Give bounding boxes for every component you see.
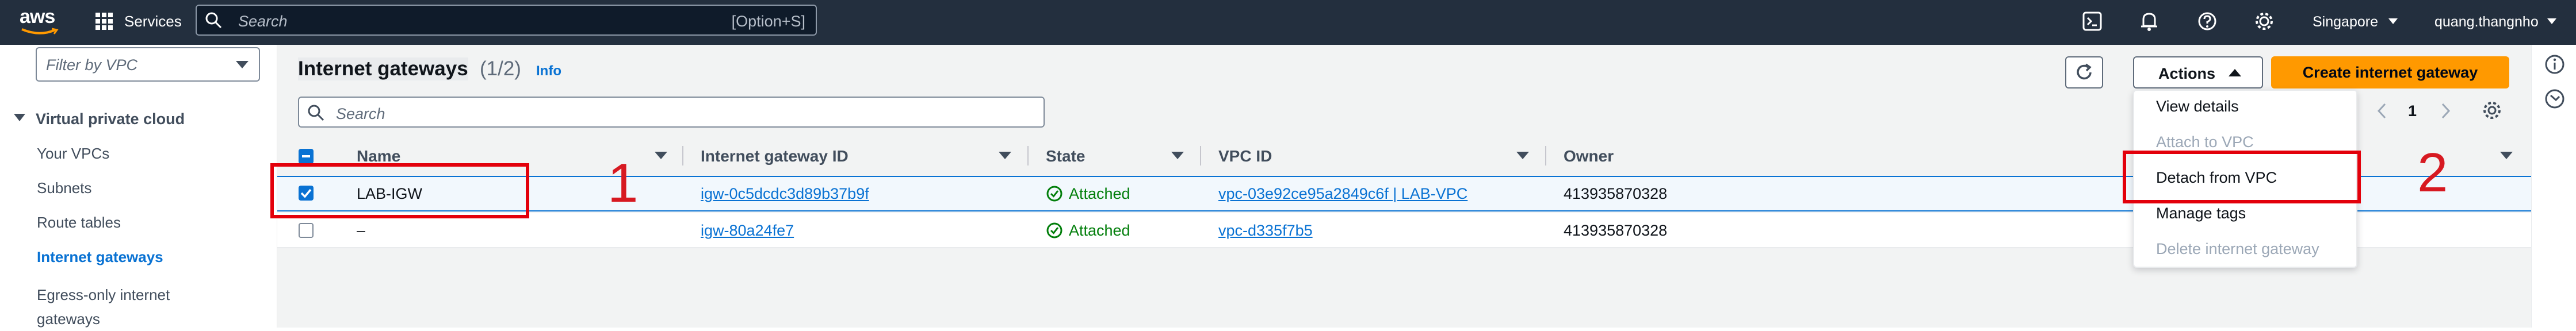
next-page-icon[interactable] [2440, 102, 2452, 120]
services-label: Services [124, 13, 182, 30]
refresh-icon [2077, 63, 2092, 80]
highlight-box-row-checkbox [270, 163, 529, 218]
selection-count: (1/2) [480, 57, 521, 80]
row-vpc-id-link[interactable]: vpc-03e92ce95a2849c6f | LAB-VPC [1218, 185, 1467, 203]
grid-icon [95, 13, 113, 30]
previous-page-icon[interactable] [2376, 102, 2387, 120]
feedback-icon[interactable] [2544, 88, 2565, 109]
page-header: Internet gateways (1/2) Info [298, 57, 643, 86]
region-label: Singapore [2313, 14, 2378, 30]
row-state: Attached [1069, 185, 1130, 202]
row-vpc-id-link[interactable]: vpc-d335f7b5 [1218, 222, 1313, 240]
status-success-icon [1046, 186, 1062, 202]
column-divider[interactable] [1200, 146, 1201, 166]
current-page-number[interactable]: 1 [2408, 102, 2417, 120]
status-success-icon [1046, 222, 1062, 238]
indeterminate-dash [302, 155, 310, 157]
actions-label: Actions [2158, 65, 2216, 82]
column-header-state[interactable]: State [1046, 147, 1085, 166]
right-utility-rail [2531, 45, 2576, 328]
top-navigation-bar: aws Services Search [Option+S] Singapore… [0, 0, 2576, 45]
row-gateway-id-link[interactable]: igw-80a24fe7 [701, 222, 794, 240]
account-menu[interactable]: quang.thangnho [2434, 9, 2561, 33]
column-header-vpc-id[interactable]: VPC ID [1218, 147, 1272, 166]
row-name: – [357, 222, 366, 239]
step-number-1: 1 [607, 152, 639, 214]
aws-logo-text: aws [20, 6, 55, 28]
create-internet-gateway-button[interactable]: Create internet gateway [2271, 56, 2509, 88]
sort-icon[interactable] [1171, 152, 1184, 159]
notifications-bell-icon[interactable] [2139, 11, 2160, 32]
sidebar-item-internet-gateways[interactable]: Internet gateways [37, 248, 163, 266]
row-owner: 413935870328 [1564, 185, 1668, 202]
sort-icon[interactable] [1516, 152, 1529, 159]
aws-smile-icon [21, 28, 59, 34]
table-search-input[interactable]: Search [298, 97, 1045, 128]
menu-item-manage-tags[interactable]: Manage tags [2156, 205, 2246, 222]
vpc-section-title: Virtual private cloud [36, 110, 185, 128]
column-divider[interactable] [1545, 146, 1546, 166]
search-shortcut-hint: [Option+S] [731, 13, 805, 30]
row-owner: 413935870328 [1564, 222, 1668, 239]
services-menu-button[interactable]: Services [94, 9, 182, 33]
sort-icon[interactable] [655, 152, 667, 159]
chevron-down-icon [2547, 18, 2556, 24]
vpc-filter-select[interactable]: Filter by VPC [36, 47, 260, 82]
page-title: Internet gateways [298, 57, 468, 80]
vpc-section-toggle[interactable]: Virtual private cloud [14, 108, 255, 131]
search-placeholder: Search [238, 13, 288, 30]
search-icon [205, 12, 222, 29]
step-number-2: 2 [2417, 142, 2448, 203]
table-search-placeholder: Search [336, 105, 385, 122]
sort-icon[interactable] [999, 152, 1011, 159]
caret-down-icon [14, 114, 25, 121]
vpc-filter-placeholder: Filter by VPC [46, 56, 138, 74]
search-icon [308, 105, 324, 121]
menu-item-delete-internet-gateway: Delete internet gateway [2156, 240, 2319, 257]
sort-icon[interactable] [2500, 152, 2513, 159]
highlight-box-detach-from-vpc [2123, 151, 2361, 203]
info-icon[interactable] [2544, 54, 2565, 75]
help-icon[interactable] [2197, 11, 2217, 31]
menu-item-view-details[interactable]: View details [2156, 98, 2239, 116]
cloudshell-icon[interactable] [2082, 11, 2102, 31]
row-gateway-id-link[interactable]: igw-0c5dcdc3d89b37b9f [701, 185, 869, 203]
actions-dropdown-button[interactable]: Actions [2133, 56, 2263, 88]
row-checkbox[interactable] [299, 223, 314, 238]
caret-down-icon [236, 61, 249, 68]
column-divider[interactable] [1027, 146, 1029, 166]
column-header-owner[interactable]: Owner [1564, 147, 1614, 166]
row-state: Attached [1069, 222, 1130, 239]
sidebar-item-your-vpcs[interactable]: Your VPCs [37, 145, 109, 163]
aws-logo[interactable]: aws [20, 3, 60, 38]
refresh-button[interactable] [2065, 56, 2103, 88]
column-divider[interactable] [682, 146, 683, 166]
select-all-checkbox[interactable] [299, 149, 314, 164]
region-selector[interactable]: Singapore [2313, 9, 2399, 33]
column-header-gateway-id[interactable]: Internet gateway ID [701, 147, 849, 166]
table-preferences-gear-icon[interactable] [2482, 100, 2502, 121]
settings-gear-icon[interactable] [2254, 11, 2275, 32]
caret-up-icon [2229, 69, 2241, 76]
left-sidebar: Filter by VPC Virtual private cloud Your… [0, 45, 277, 328]
sidebar-item-route-tables[interactable]: Route tables [37, 214, 121, 232]
menu-item-attach-to-vpc: Attach to VPC [2156, 133, 2254, 151]
global-search-input[interactable]: Search [Option+S] [196, 5, 817, 36]
chevron-down-icon [2388, 18, 2398, 24]
account-label: quang.thangnho [2434, 14, 2539, 30]
info-link[interactable]: Info [536, 63, 561, 79]
sidebar-item-subnets[interactable]: Subnets [37, 179, 91, 197]
sidebar-item-egress-only-internet-gateways[interactable]: Egress-only internet gateways [37, 283, 204, 331]
